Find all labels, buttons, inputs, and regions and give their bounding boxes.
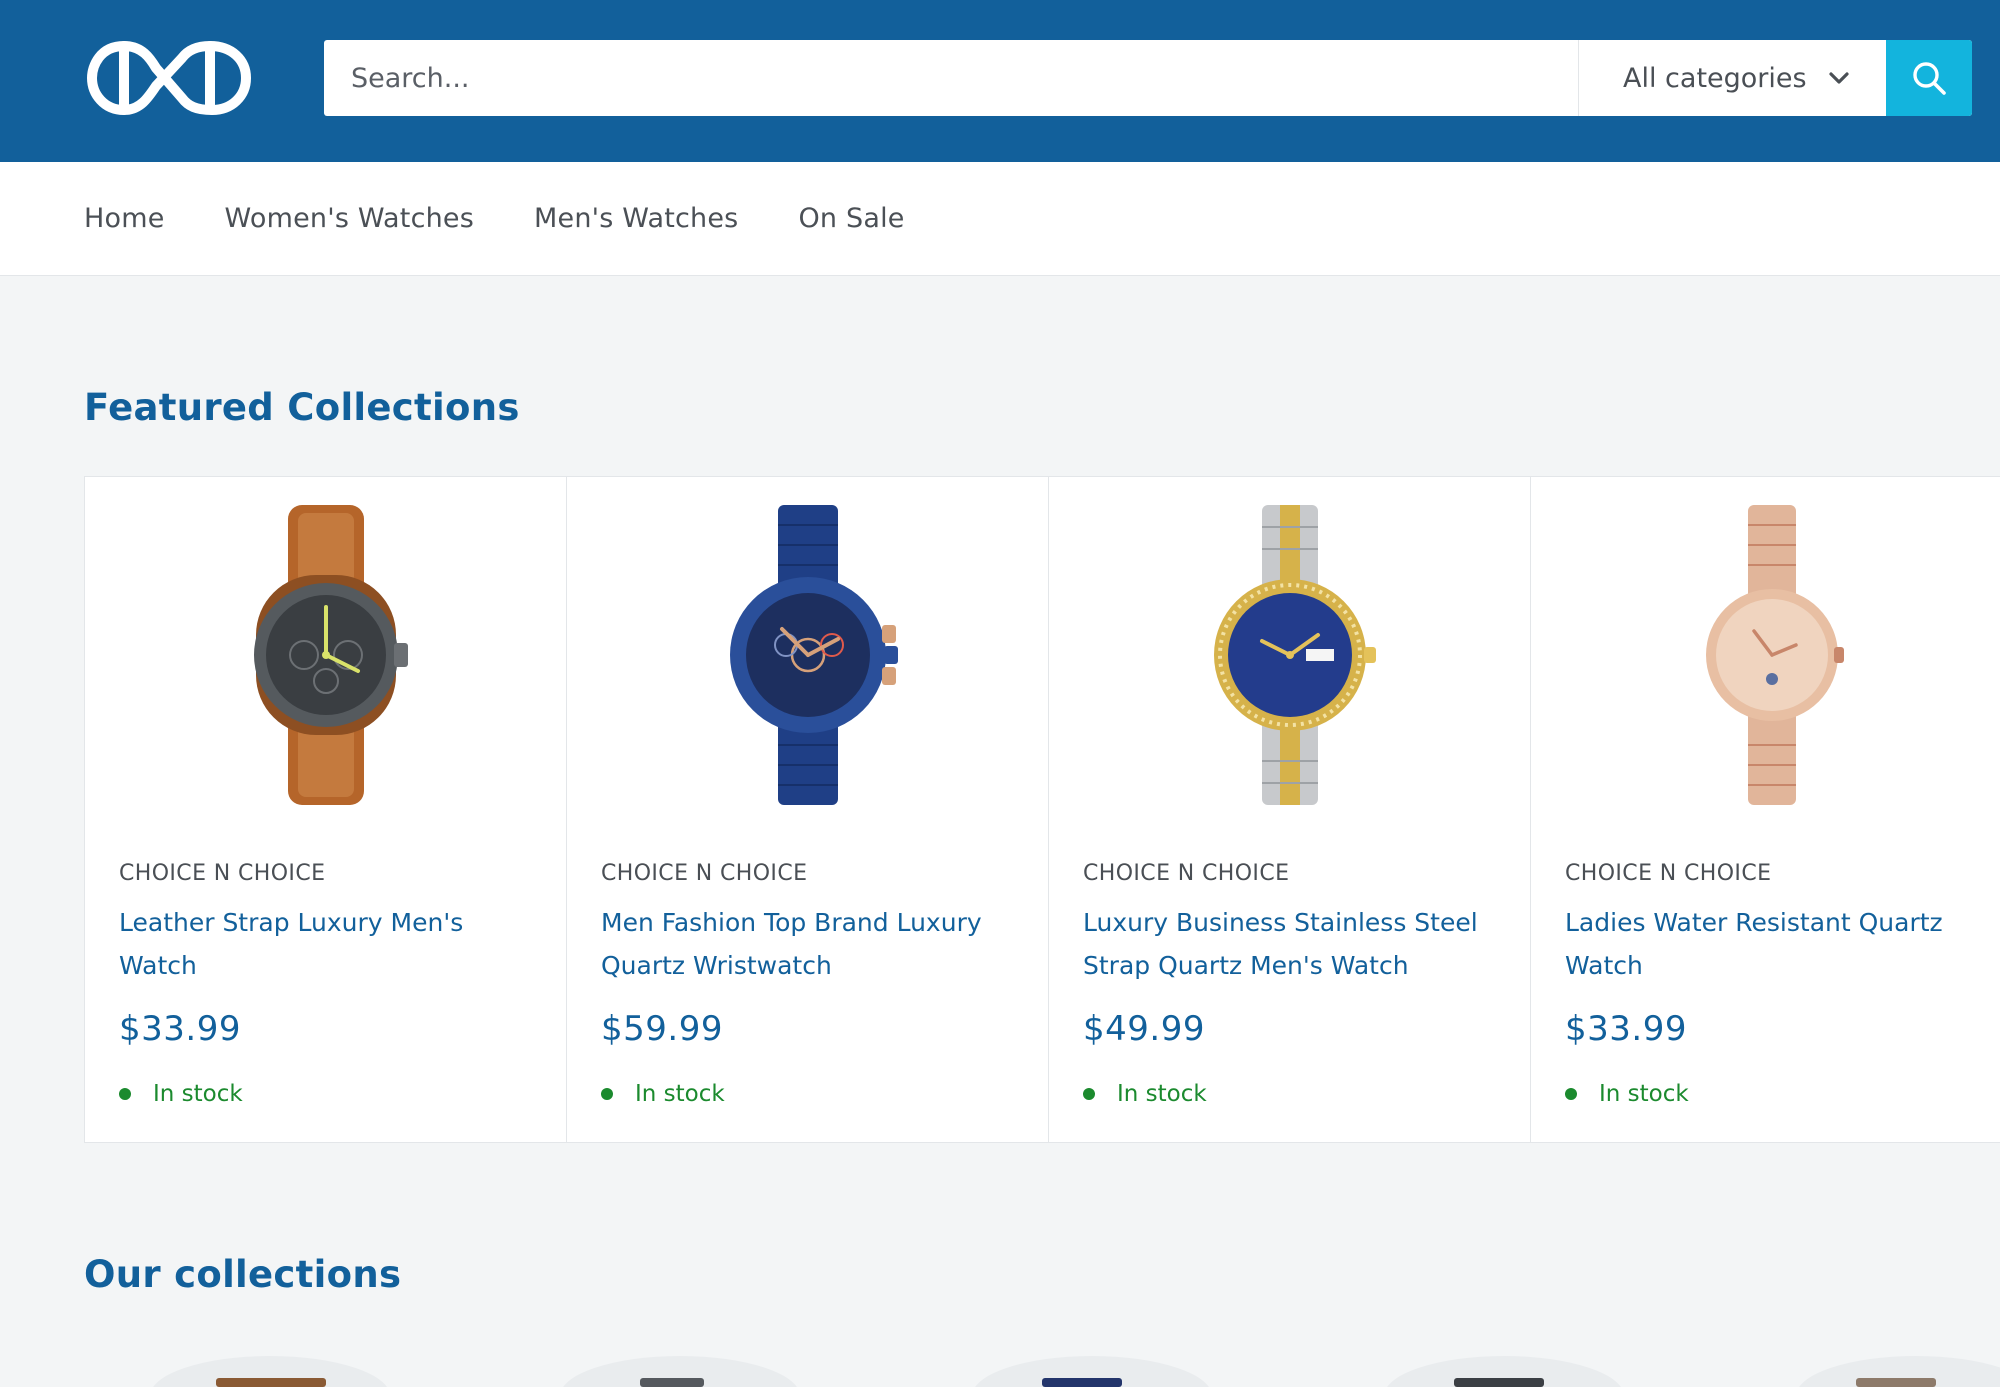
product-price: $33.99 — [119, 1009, 241, 1049]
product-image[interactable] — [85, 505, 566, 805]
collection-thumbnail[interactable] — [1384, 1356, 1624, 1387]
stock-label: In stock — [1599, 1081, 1689, 1107]
stock-label: In stock — [153, 1081, 243, 1107]
collection-thumbnail[interactable] — [560, 1356, 800, 1387]
product-vendor: CHOICE N CHOICE — [119, 861, 326, 886]
product-image[interactable] — [1531, 505, 2000, 805]
product-card[interactable]: CHOICE N CHOICE Luxury Business Stainles… — [1049, 477, 1531, 1142]
main-nav: Home Women's Watches Men's Watches On Sa… — [0, 162, 2000, 276]
collection-thumbnails-row — [0, 1356, 2000, 1387]
stock-dot-icon — [601, 1088, 613, 1100]
product-title-link[interactable]: Ladies Water Resistant Quartz Watch — [1565, 901, 1985, 987]
stock-dot-icon — [119, 1088, 131, 1100]
stock-status: In stock — [1083, 1081, 1207, 1107]
category-select[interactable]: All categories — [1578, 40, 1886, 116]
search-bar: All categories — [324, 40, 1972, 116]
collection-thumbnail[interactable] — [150, 1356, 390, 1387]
product-title-link[interactable]: Men Fashion Top Brand Luxury Quartz Wris… — [601, 901, 1021, 987]
stock-label: In stock — [635, 1081, 725, 1107]
product-price: $49.99 — [1083, 1009, 1205, 1049]
stock-dot-icon — [1083, 1088, 1095, 1100]
search-button[interactable] — [1886, 40, 1972, 116]
collection-thumbnail[interactable] — [972, 1356, 1212, 1387]
product-card[interactable]: CHOICE N CHOICE Ladies Water Resistant Q… — [1531, 477, 2000, 1142]
product-image[interactable] — [567, 505, 1048, 805]
chevron-down-icon — [1828, 72, 1849, 84]
search-icon — [1913, 62, 1946, 95]
category-select-label: All categories — [1623, 62, 1807, 94]
search-input[interactable] — [324, 40, 1578, 116]
product-price: $59.99 — [601, 1009, 723, 1049]
collection-thumbnail[interactable] — [1796, 1356, 2000, 1387]
stock-status: In stock — [601, 1081, 725, 1107]
product-card[interactable]: CHOICE N CHOICE Men Fashion Top Brand Lu… — [567, 477, 1049, 1142]
nav-item-womens-watches[interactable]: Women's Watches — [225, 203, 474, 234]
stock-dot-icon — [1565, 1088, 1577, 1100]
nav-item-on-sale[interactable]: On Sale — [798, 203, 904, 234]
featured-collections-title: Featured Collections — [84, 386, 520, 429]
stock-status: In stock — [119, 1081, 243, 1107]
product-title-link[interactable]: Luxury Business Stainless Steel Strap Qu… — [1083, 901, 1503, 987]
brand-logo-icon[interactable] — [86, 32, 252, 124]
nav-item-mens-watches[interactable]: Men's Watches — [534, 203, 738, 234]
stock-status: In stock — [1565, 1081, 1689, 1107]
product-card[interactable]: CHOICE N CHOICE Leather Strap Luxury Men… — [85, 477, 567, 1142]
stock-label: In stock — [1117, 1081, 1207, 1107]
product-price: $33.99 — [1565, 1009, 1687, 1049]
product-vendor: CHOICE N CHOICE — [1565, 861, 1772, 886]
product-vendor: CHOICE N CHOICE — [1083, 861, 1290, 886]
product-title-link[interactable]: Leather Strap Luxury Men's Watch — [119, 901, 539, 987]
nav-item-home[interactable]: Home — [84, 203, 165, 234]
product-carousel: CHOICE N CHOICE Leather Strap Luxury Men… — [84, 476, 2000, 1143]
our-collections-title: Our collections — [84, 1253, 402, 1296]
site-header: All categories — [0, 0, 2000, 162]
product-image[interactable] — [1049, 505, 1530, 805]
product-vendor: CHOICE N CHOICE — [601, 861, 808, 886]
